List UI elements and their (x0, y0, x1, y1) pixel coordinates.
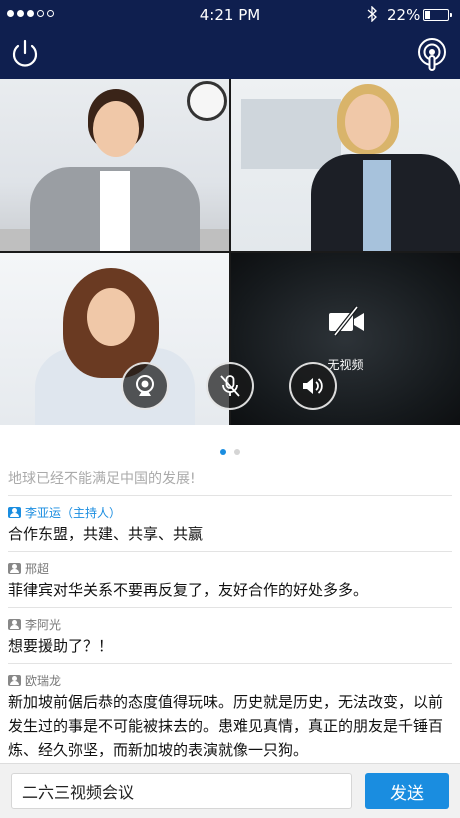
mute-button[interactable] (206, 362, 254, 410)
message-text: 想要援助了？！ (8, 637, 114, 655)
divider (8, 607, 452, 608)
video-tile-2[interactable] (231, 79, 460, 251)
divider (8, 495, 452, 496)
page-indicator[interactable] (0, 440, 460, 455)
chat-list[interactable]: 地球已经不能满足中国的发展! 李亚运（主持人） 合作东盟，共建、共享、共赢 邢超… (0, 460, 460, 763)
participant-3 (35, 268, 195, 425)
divider (8, 663, 452, 664)
video-grid: 无视频 (0, 79, 460, 425)
status-bar: 4:21 PM 22% (0, 0, 460, 30)
video-tile-1[interactable] (0, 79, 229, 251)
send-button[interactable]: 发送 (365, 773, 449, 809)
sender-name: 李阿光 (25, 617, 62, 632)
bluetooth-icon (367, 5, 377, 26)
user-icon (8, 674, 21, 686)
no-video-label: 无视频 (327, 358, 364, 372)
chat-sender: 欧瑞龙 (8, 671, 452, 689)
message-text: 菲律宾对华关系不要再反复了，友好合作的好处多多。 (8, 581, 369, 599)
page-dot-2[interactable] (234, 449, 240, 455)
video-tile-3[interactable] (0, 253, 229, 425)
chat-sender: 李亚运（主持人） (8, 503, 452, 521)
battery-icon (423, 9, 452, 21)
battery-percent: 22% (387, 6, 421, 24)
message-text: 合作东盟，共建、共享、共赢 (8, 525, 204, 543)
participant-2 (291, 84, 460, 251)
sender-name: 李亚运（主持人） (25, 505, 122, 520)
mic-muted-icon (220, 375, 240, 397)
video-tile-4[interactable]: 无视频 (231, 253, 460, 425)
chat-message: 李阿光 想要援助了？！ (8, 615, 452, 658)
sender-name: 欧瑞龙 (25, 673, 62, 688)
video-off-icon (327, 305, 367, 337)
participant-1 (30, 89, 200, 251)
user-icon (8, 618, 21, 630)
user-icon (8, 506, 21, 518)
sender-name: 邢超 (25, 561, 50, 576)
podcast-icon (418, 38, 446, 71)
message-text: 新加坡前倨后恭的态度值得玩味。历史就是历史，无法改变，以前发生过的事是不可能被抹… (8, 693, 444, 759)
chat-message: 李亚运（主持人） 合作东盟，共建、共享、共赢 (8, 503, 452, 546)
top-bar: 4:21 PM 22% (0, 0, 460, 79)
chat-message: 邢超 菲律宾对华关系不要再反复了，友好合作的好处多多。 (8, 559, 452, 602)
camera-button[interactable] (121, 362, 169, 410)
power-button[interactable] (8, 36, 42, 70)
user-icon (8, 562, 21, 574)
chat-sender: 李阿光 (8, 615, 452, 633)
chat-message: 欧瑞龙 新加坡前倨后恭的态度值得玩味。历史就是历史，无法改变，以前发生过的事是不… (8, 671, 452, 762)
chat-message-partial: 地球已经不能满足中国的发展! (8, 471, 196, 487)
chat-sender: 邢超 (8, 559, 452, 577)
camera-icon (136, 375, 154, 396)
input-bar: 发送 (0, 763, 460, 818)
power-icon (12, 39, 38, 67)
speaker-icon (303, 378, 323, 394)
page-dot-1[interactable] (220, 449, 226, 455)
divider (8, 551, 452, 552)
broadcast-button[interactable] (414, 36, 450, 72)
speaker-button[interactable] (289, 362, 337, 410)
message-input[interactable] (11, 773, 352, 809)
